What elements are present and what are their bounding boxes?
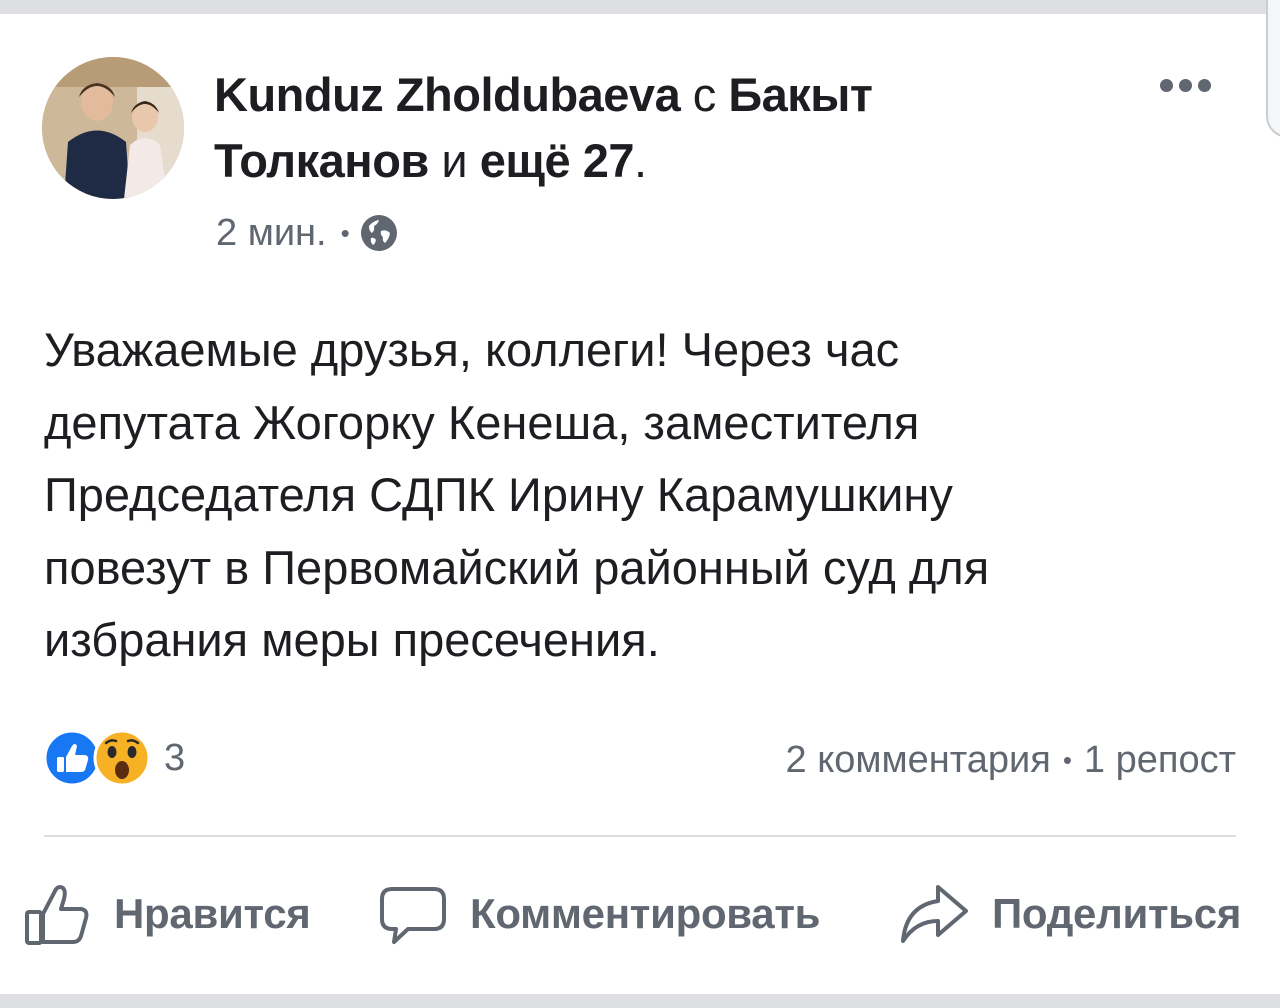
stats-separator: • <box>1062 744 1072 775</box>
wow-reaction-icon <box>93 729 151 787</box>
timestamp-link[interactable]: 2 мин. <box>216 212 327 255</box>
header-period: . <box>633 134 647 187</box>
share-button[interactable]: Поделиться <box>898 872 1241 956</box>
bottom-separator-strip <box>0 994 1280 1008</box>
scroll-edge <box>1266 0 1280 138</box>
like-label: Нравится <box>114 890 311 937</box>
reaction-count: 3 <box>164 736 186 779</box>
comment-button[interactable]: Комментировать <box>378 872 820 956</box>
like-button[interactable]: Нравится <box>22 872 311 956</box>
share-label: Поделиться <box>992 890 1242 937</box>
engagement-stats: 2 комментария • 1 репост <box>786 732 1236 788</box>
author-name-link[interactable]: Kunduz Zholdubaeva <box>214 68 681 121</box>
comments-count-link[interactable]: 2 комментария <box>786 739 1051 782</box>
shares-count-link[interactable]: 1 репост <box>1084 739 1236 782</box>
comment-bubble-icon <box>380 887 446 944</box>
more-options-button[interactable] <box>1150 72 1220 98</box>
post-meta: 2 мин. • <box>216 208 398 258</box>
comment-label: Комментировать <box>470 890 821 937</box>
with-label: с <box>692 68 717 121</box>
post-body-text: Уважаемые друзья, коллеги! Через час деп… <box>44 323 990 666</box>
thumbs-up-icon <box>25 885 89 945</box>
more-dot-icon <box>1197 78 1211 92</box>
more-dot-icon <box>1159 78 1173 92</box>
reactions-summary[interactable]: 3 <box>42 726 185 790</box>
share-arrow-icon <box>901 885 968 943</box>
and-label: и <box>441 134 468 187</box>
actions-divider <box>44 835 1236 837</box>
others-link[interactable]: ещё 27 <box>480 134 635 187</box>
meta-separator: • <box>340 217 350 248</box>
top-separator-strip <box>0 0 1280 14</box>
avatar-photo <box>42 57 184 199</box>
avatar[interactable] <box>42 57 184 199</box>
globe-icon[interactable] <box>360 214 398 252</box>
more-dot-icon <box>1178 78 1192 92</box>
post-header: Kunduz Zholdubaeva с Бакыт Толканов и ещ… <box>214 62 1074 194</box>
